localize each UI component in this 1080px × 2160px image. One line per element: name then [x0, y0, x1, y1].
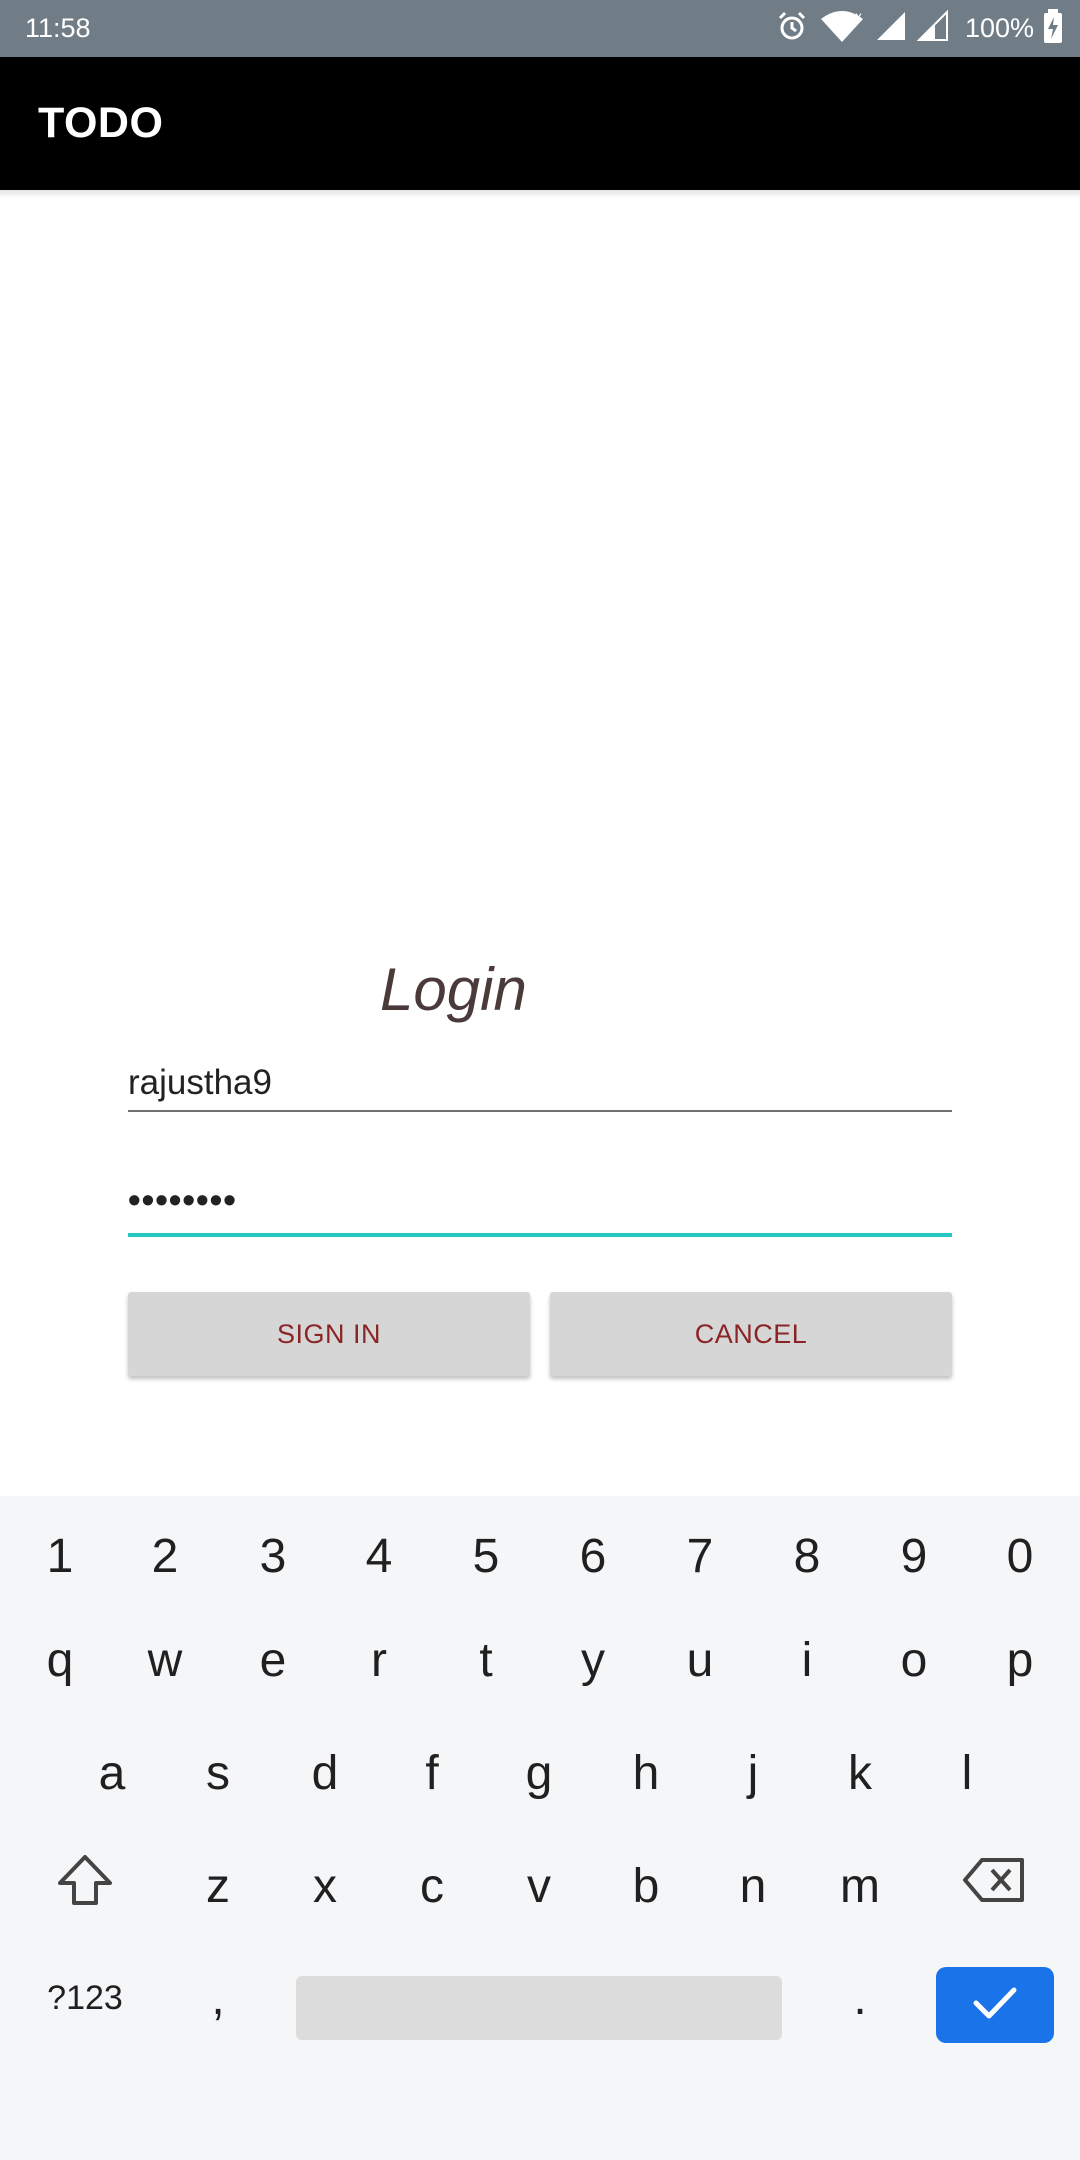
- key-z[interactable]: z: [178, 1846, 258, 1926]
- symbols-key[interactable]: ?123: [30, 1958, 140, 2038]
- space-key[interactable]: [296, 1976, 782, 2040]
- key-2[interactable]: 2: [125, 1516, 205, 1596]
- status-bar: 11:58 x 100%: [0, 0, 1080, 57]
- backspace-key[interactable]: [952, 1846, 1036, 1926]
- key-j[interactable]: j: [713, 1733, 793, 1813]
- key-n[interactable]: n: [713, 1846, 793, 1926]
- enter-key[interactable]: [936, 1967, 1054, 2043]
- username-underline: [128, 1110, 952, 1112]
- key-o[interactable]: o: [874, 1620, 954, 1700]
- key-g[interactable]: g: [499, 1733, 579, 1813]
- username-input[interactable]: [128, 1060, 952, 1106]
- key-6[interactable]: 6: [553, 1516, 633, 1596]
- svg-text:x: x: [855, 9, 862, 24]
- shift-key[interactable]: [45, 1846, 125, 1926]
- key-v[interactable]: v: [499, 1846, 579, 1926]
- soft-keyboard: 1 2 3 4 5 6 7 8 9 0 q w e r t y u i o p …: [0, 1496, 1080, 2160]
- key-p[interactable]: p: [980, 1620, 1060, 1700]
- key-x[interactable]: x: [285, 1846, 365, 1926]
- battery-percent: 100%: [964, 13, 1034, 43]
- password-input[interactable]: [128, 1172, 952, 1228]
- battery-charging-icon: [1044, 9, 1062, 48]
- sign-in-button[interactable]: SIGN IN: [128, 1292, 530, 1376]
- key-r[interactable]: r: [339, 1620, 419, 1700]
- signal-icon: [916, 9, 949, 47]
- key-c[interactable]: c: [392, 1846, 472, 1926]
- key-h[interactable]: h: [606, 1733, 686, 1813]
- key-m[interactable]: m: [820, 1846, 900, 1926]
- wifi-icon: x: [819, 8, 865, 48]
- alarm-icon: [775, 9, 809, 48]
- app-bar-shadow: [0, 190, 1080, 198]
- status-icons: x 100%: [775, 0, 1062, 57]
- key-y[interactable]: y: [553, 1620, 633, 1700]
- backspace-icon: [962, 1856, 1026, 1916]
- cancel-button[interactable]: CANCEL: [550, 1292, 952, 1376]
- login-title: Login: [380, 956, 527, 1023]
- key-1[interactable]: 1: [20, 1516, 100, 1596]
- key-e[interactable]: e: [233, 1620, 313, 1700]
- key-0[interactable]: 0: [980, 1516, 1060, 1596]
- key-9[interactable]: 9: [874, 1516, 954, 1596]
- comma-key[interactable]: ,: [178, 1958, 258, 2038]
- key-s[interactable]: s: [178, 1733, 258, 1813]
- password-underline: [128, 1233, 952, 1237]
- key-f[interactable]: f: [392, 1733, 472, 1813]
- app-title: TODO: [38, 99, 164, 147]
- key-u[interactable]: u: [660, 1620, 740, 1700]
- key-i[interactable]: i: [767, 1620, 847, 1700]
- key-7[interactable]: 7: [660, 1516, 740, 1596]
- status-time: 11:58: [25, 13, 91, 43]
- period-key[interactable]: .: [820, 1958, 900, 2038]
- key-q[interactable]: q: [20, 1620, 100, 1700]
- key-3[interactable]: 3: [233, 1516, 313, 1596]
- key-a[interactable]: a: [72, 1733, 152, 1813]
- key-8[interactable]: 8: [767, 1516, 847, 1596]
- key-4[interactable]: 4: [339, 1516, 419, 1596]
- key-5[interactable]: 5: [446, 1516, 526, 1596]
- key-k[interactable]: k: [820, 1733, 900, 1813]
- key-b[interactable]: b: [606, 1846, 686, 1926]
- key-t[interactable]: t: [446, 1620, 526, 1700]
- signal-icon: [875, 10, 907, 47]
- key-d[interactable]: d: [285, 1733, 365, 1813]
- shift-icon: [56, 1853, 114, 1919]
- checkmark-icon: [970, 1983, 1020, 2028]
- key-w[interactable]: w: [125, 1620, 205, 1700]
- app-bar: TODO: [0, 57, 1080, 190]
- key-l[interactable]: l: [927, 1733, 1007, 1813]
